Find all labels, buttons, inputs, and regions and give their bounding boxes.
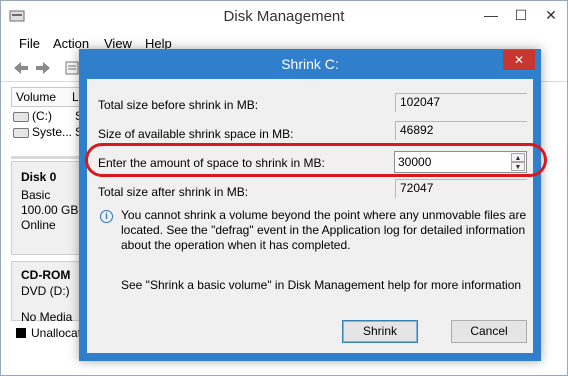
column-volume[interactable]: Volume [16, 90, 56, 104]
shrink-dialog: Shrink C: ✕ Total size before shrink in … [79, 49, 547, 361]
unallocated-legend-label: Unallocat [31, 326, 82, 340]
menu-file[interactable]: File [19, 36, 40, 51]
total-after-label: Total size after shrink in MB: [98, 185, 249, 199]
total-before-label: Total size before shrink in MB: [98, 98, 259, 112]
title-bar: Disk Management — ☐ ✕ [1, 1, 567, 33]
dialog-title: Shrink C: [281, 56, 339, 72]
forward-arrow-icon[interactable] [34, 59, 52, 77]
close-window-button[interactable]: ✕ [537, 3, 565, 29]
disk-size: 100.00 GB [21, 203, 79, 217]
available-space-value: 46892 [395, 121, 527, 140]
volume-row[interactable]: Syste... S [13, 125, 83, 139]
volume-name: (C:) [32, 109, 52, 123]
help-message: See "Shrink a basic volume" in Disk Mana… [121, 278, 522, 292]
info-icon: i [100, 210, 113, 223]
disk-status: Online [21, 218, 56, 232]
minimize-button[interactable]: — [477, 3, 505, 29]
disk-name: Disk 0 [21, 170, 57, 184]
total-before-value: 102047 [395, 93, 527, 112]
highlight-ring [85, 143, 547, 177]
volume-row[interactable]: (C:) S [13, 109, 83, 123]
total-after-value: 72047 [395, 179, 527, 198]
disk-status: No Media [21, 310, 73, 324]
available-space-label: Size of available shrink space in MB: [98, 127, 294, 141]
back-arrow-icon[interactable] [12, 59, 30, 77]
disk-type: Basic [21, 188, 51, 202]
shrink-button[interactable]: Shrink [342, 320, 418, 343]
maximize-button[interactable]: ☐ [507, 3, 535, 29]
unallocated-legend-swatch [16, 328, 26, 338]
cancel-button[interactable]: Cancel [451, 320, 527, 343]
disk-name: CD-ROM [21, 268, 71, 282]
dialog-close-button[interactable]: ✕ [503, 50, 535, 70]
disk-type: DVD (D:) [21, 284, 70, 298]
drive-icon [13, 111, 29, 122]
drive-icon [13, 127, 29, 138]
column-layout[interactable]: L [72, 90, 79, 104]
dialog-body: Total size before shrink in MB: 102047 S… [85, 79, 547, 353]
volume-name: Syste... [32, 125, 73, 139]
info-message: You cannot shrink a volume beyond the po… [121, 208, 527, 252]
